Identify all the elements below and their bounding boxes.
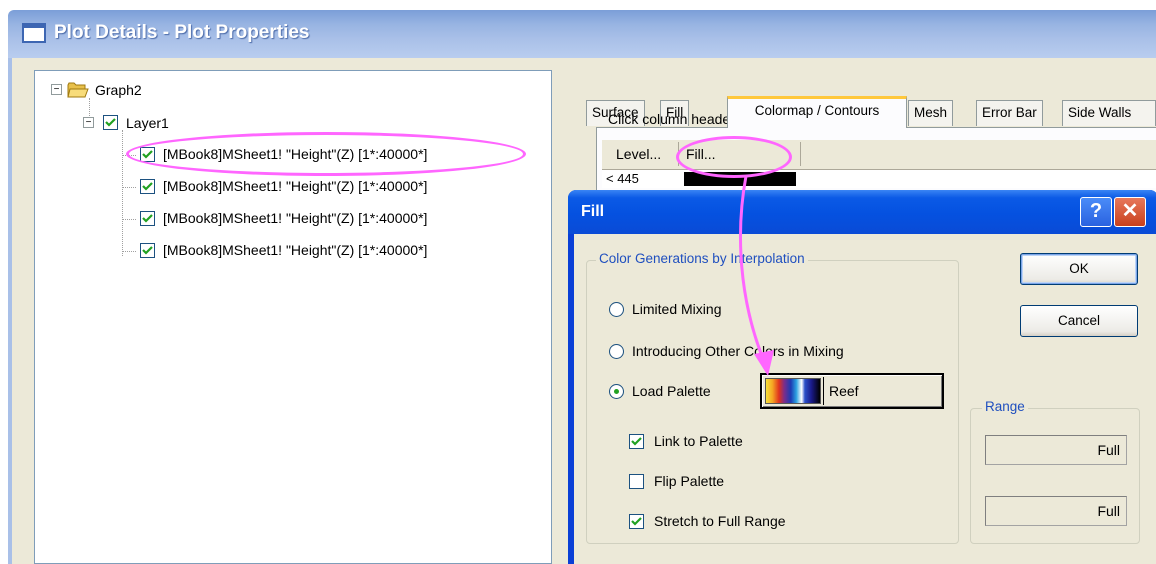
collapse-icon[interactable]: − [51, 84, 62, 95]
palette-separator [823, 377, 824, 405]
tab-mesh[interactable]: Mesh [908, 100, 954, 126]
folder-open-icon [67, 81, 89, 102]
column-divider [800, 142, 801, 166]
range-from-field: Full [985, 435, 1127, 465]
link-palette-label[interactable]: Link to Palette [654, 433, 743, 449]
plot-checkbox[interactable] [140, 243, 155, 258]
tab-error-bar[interactable]: Error Bar [976, 100, 1043, 126]
ok-button[interactable]: OK [1020, 253, 1138, 285]
callout-arrow [739, 175, 774, 376]
tree-node-graph2[interactable]: Graph2 [95, 82, 142, 98]
tree-connector [122, 251, 136, 252]
stretch-range-label[interactable]: Stretch to Full Range [654, 513, 786, 529]
highlight-ellipse [126, 132, 526, 176]
stretch-range-checkbox[interactable] [629, 514, 644, 529]
tree-node-plot[interactable]: [MBook8]MSheet1! "Height"(Z) [1*:40000*] [163, 210, 427, 226]
plot-details-window: Plot Details - Plot Properties − Graph2 … [0, 0, 1156, 564]
collapse-icon[interactable]: − [83, 117, 94, 128]
tree-connector [122, 130, 123, 256]
help-button[interactable]: ? [1080, 197, 1112, 227]
tree-node-plot[interactable]: [MBook8]MSheet1! "Height"(Z) [1*:40000*] [163, 178, 427, 194]
flip-palette-checkbox[interactable] [629, 474, 644, 489]
plot-checkbox[interactable] [140, 179, 155, 194]
load-palette-radio[interactable] [609, 384, 624, 399]
load-palette-label[interactable]: Load Palette [632, 383, 711, 399]
link-palette-checkbox[interactable] [629, 434, 644, 449]
window-title: Plot Details - Plot Properties [54, 22, 310, 43]
other-colors-radio[interactable] [609, 344, 624, 359]
tree-node-layer1[interactable]: Layer1 [126, 115, 169, 131]
window-icon [22, 23, 46, 43]
window-titlebar[interactable]: Plot Details - Plot Properties [8, 10, 1156, 58]
level-cell[interactable]: < 445 [606, 171, 639, 186]
range-group-label: Range [982, 399, 1028, 414]
limited-mixing-radio[interactable] [609, 302, 624, 317]
tab-colormap-contours[interactable]: Colormap / Contours [727, 96, 907, 128]
plot-checkbox[interactable] [140, 211, 155, 226]
tree-connector [122, 187, 136, 188]
cancel-button[interactable]: Cancel [1020, 305, 1138, 337]
limited-mixing-label[interactable]: Limited Mixing [632, 301, 721, 317]
range-to-field: Full [985, 496, 1127, 526]
level-column-header[interactable]: Level... [616, 146, 661, 162]
palette-name: Reef [829, 383, 859, 399]
tab-side-walls[interactable]: Side Walls [1062, 100, 1156, 126]
layer-checkbox[interactable] [103, 115, 118, 130]
fill-dialog-title: Fill [581, 203, 605, 220]
tree-node-plot[interactable]: [MBook8]MSheet1! "Height"(Z) [1*:40000*] [163, 242, 427, 258]
close-button[interactable]: ✕ [1114, 197, 1146, 227]
tree-connector [122, 219, 136, 220]
flip-palette-label[interactable]: Flip Palette [654, 473, 724, 489]
fill-dialog-titlebar[interactable] [568, 190, 1156, 234]
